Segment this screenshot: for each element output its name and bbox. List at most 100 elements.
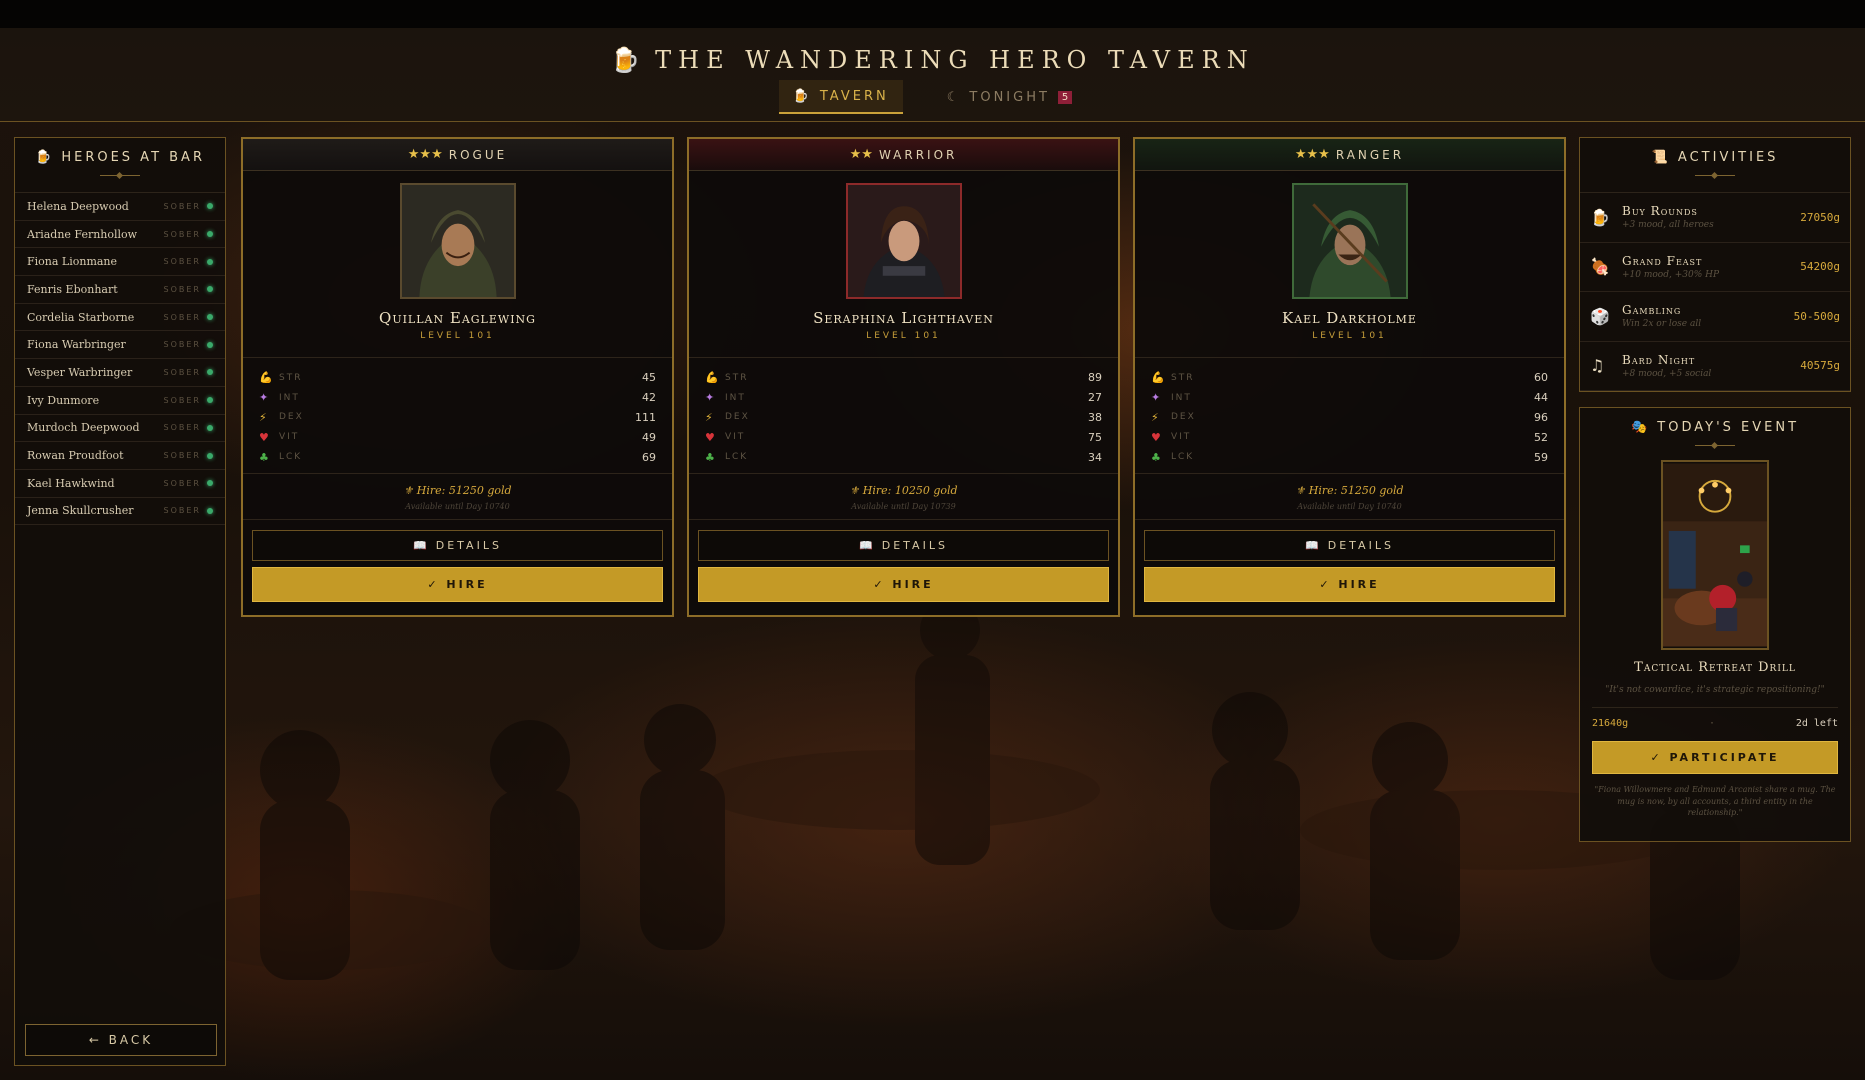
stat-label: DEX: [725, 412, 750, 423]
hero-name: Helena Deepwood: [27, 199, 129, 213]
hero-portrait: [1291, 183, 1408, 299]
status-dot-icon: [207, 231, 213, 238]
availability-text: Available until Day 10739: [851, 501, 956, 511]
hero-class: ROGUE: [448, 147, 508, 162]
meat-icon: 🍖: [1590, 257, 1610, 277]
tab-tavern[interactable]: 🍺 TAVERN: [778, 80, 903, 114]
activity-desc: Win 2x or lose all: [1622, 319, 1702, 330]
sober-label: SOBER: [163, 506, 201, 516]
header: 🍺 THE WANDERING HERO TAVERN 🍺 TAVERN ☾ TO…: [0, 28, 1865, 122]
lightning-icon: ⚡: [705, 410, 713, 424]
hero-card-warrior: ★★ WARRIOR Seraphina Lighthaven LEVEL 101 💪 S…: [687, 137, 1120, 617]
beer-mug-icon: 🍺: [792, 88, 812, 104]
hero-list: Helena Deepwood SOBER Ariadne Fernhollow SO…: [15, 192, 225, 526]
event-quote: "It's not cowardice, it's strategic repo…: [1605, 685, 1825, 695]
activity-price: 40575g: [1800, 359, 1840, 373]
activity-item[interactable]: 🎲 Gambling Win 2x or lose all 50-500g: [1580, 292, 1850, 342]
event-meta: 21640g · 2d left: [1592, 707, 1838, 729]
star-rating-icon: ★★★: [1294, 147, 1330, 162]
hero-portrait: [399, 183, 516, 299]
hero-name: Ariadne Fernhollow: [27, 227, 138, 241]
participate-button[interactable]: ✓ PARTICIPATE: [1592, 741, 1838, 774]
flexed-arm-icon: 💪: [259, 371, 273, 385]
hero-list-item[interactable]: Murdoch Deepwood SOBER: [15, 415, 225, 443]
hire-info: ⚜ Hire: 10250 gold Available until Day 10…: [689, 472, 1118, 520]
hero-level: LEVEL 101: [420, 331, 495, 341]
details-button[interactable]: 📖 DETAILS: [252, 529, 663, 561]
hero-name: Seraphina Lighthaven: [813, 309, 994, 327]
beer-mug-icon: 🍺: [35, 150, 55, 165]
hero-list-item[interactable]: Vesper Warbringer SOBER: [15, 359, 225, 387]
stat-value: 60: [1534, 371, 1548, 385]
stat-row: ♣ LCK 59: [1151, 447, 1548, 467]
hero-list-item[interactable]: Jenna Skullcrusher SOBER: [15, 498, 225, 526]
hero-list-item[interactable]: Rowan Proudfoot SOBER: [15, 442, 225, 470]
hire-button[interactable]: ✓ HIRE: [1144, 566, 1555, 602]
details-button[interactable]: 📖 DETAILS: [698, 529, 1109, 561]
details-button[interactable]: 📖 DETAILS: [1144, 529, 1555, 561]
hero-class: WARRIOR: [878, 147, 958, 162]
activity-price: 50-500g: [1793, 309, 1840, 323]
hero-list-item[interactable]: Helena Deepwood SOBER: [15, 193, 225, 221]
star-rating-icon: ★★★: [407, 147, 443, 162]
scroll-icon: 📜: [1651, 150, 1671, 165]
hero-level: LEVEL 101: [1312, 331, 1387, 341]
hero-list-item[interactable]: Fiona Warbringer SOBER: [15, 331, 225, 360]
details-label: DETAILS: [881, 538, 948, 552]
clover-icon: ♣: [705, 450, 715, 464]
activity-item[interactable]: ♫ Bard Night +8 mood, +5 social 40575g: [1580, 342, 1850, 391]
stat-label: DEX: [1171, 412, 1196, 423]
stat-value: 49: [642, 430, 656, 444]
activity-price: 27050g: [1800, 210, 1840, 224]
stat-row: ✦ INT 27: [705, 388, 1102, 408]
hire-cost: ⚜ Hire: 51250 gold: [1295, 483, 1404, 497]
tab-bar: 🍺 TAVERN ☾ TONIGHT 5: [0, 80, 1865, 114]
hero-level: LEVEL 101: [866, 331, 941, 341]
card-header: ★★★ ROGUE: [243, 139, 672, 171]
beer-mug-icon: 🍺: [1590, 207, 1610, 227]
hero-list-item[interactable]: Ivy Dunmore SOBER: [15, 387, 225, 415]
event-flavor-text: "Fiona Willowmere and Edmund Arcanist sh…: [1594, 785, 1836, 818]
hero-name: Fiona Warbringer: [27, 338, 126, 352]
stat-row: ♣ LCK 34: [705, 447, 1102, 467]
page-title: 🍺 THE WANDERING HERO TAVERN: [610, 46, 1255, 74]
stat-row: ⚡ DEX 96: [1151, 408, 1548, 428]
activity-name: Buy Rounds: [1622, 204, 1698, 219]
tab-label: TAVERN: [819, 88, 889, 104]
hero-list-item[interactable]: Cordelia Starborne SOBER: [15, 304, 225, 332]
book-icon: 📖: [1305, 538, 1322, 552]
hero-list-item[interactable]: Fiona Lionmane SOBER: [15, 248, 225, 277]
activity-item[interactable]: 🍺 Buy Rounds +3 mood, all heroes 27050g: [1580, 193, 1850, 243]
activity-text: Grand Feast +10 mood, +30% HP: [1622, 254, 1800, 280]
stat-list: 💪 STR 60 ✦ INT 44 ⚡ DEX 96 ♥ VIT 52 ♣ LCK 59: [1135, 357, 1564, 473]
ornament-divider: [100, 175, 140, 176]
back-button[interactable]: ← BACK: [25, 1024, 217, 1056]
availability-text: Available until Day 10740: [405, 501, 510, 511]
heart-icon: ♥: [259, 430, 269, 444]
status-dot-icon: [207, 397, 213, 404]
hero-list-item[interactable]: Kael Hawkwind SOBER: [15, 470, 225, 498]
hero-class: RANGER: [1335, 147, 1405, 162]
sober-label: SOBER: [163, 451, 201, 461]
stat-label: INT: [1171, 392, 1192, 403]
tab-tonight[interactable]: ☾ TONIGHT 5: [933, 80, 1087, 114]
stat-label: STR: [725, 372, 749, 383]
hero-list-item[interactable]: Fenris Ebonhart SOBER: [15, 276, 225, 304]
sparkle-icon: ✦: [1151, 391, 1161, 405]
stat-value: 38: [1088, 410, 1102, 424]
hero-status: SOBER: [164, 313, 213, 322]
panel-title: 📜 ACTIVITIES: [1651, 150, 1779, 165]
hero-status: SOBER: [164, 257, 213, 266]
heart-icon: ♥: [705, 430, 715, 444]
card-header: ★★★ RANGER: [1135, 139, 1564, 171]
tab-label: TONIGHT: [969, 89, 1050, 105]
sober-label: SOBER: [163, 395, 201, 405]
book-icon: 📖: [413, 538, 430, 552]
hire-button[interactable]: ✓ HIRE: [252, 566, 663, 602]
hero-list-item[interactable]: Ariadne Fernhollow SOBER: [15, 221, 225, 249]
activity-item[interactable]: 🍖 Grand Feast +10 mood, +30% HP 54200g: [1580, 243, 1850, 292]
moon-icon: ☾: [946, 89, 962, 105]
stat-value: 59: [1534, 450, 1548, 464]
clover-icon: ♣: [259, 450, 269, 464]
hire-button[interactable]: ✓ HIRE: [698, 566, 1109, 602]
